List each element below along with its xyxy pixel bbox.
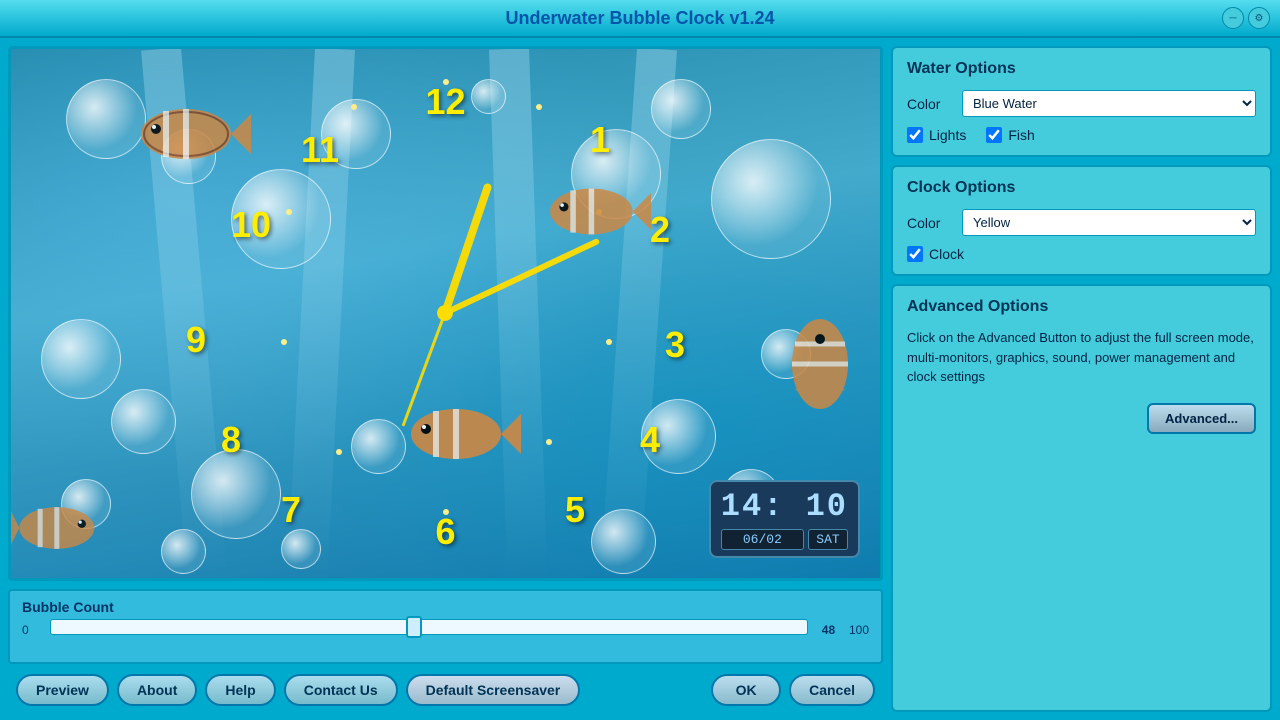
- fish-5: [11, 488, 111, 568]
- bottom-buttons: Preview About Help Contact Us Default Sc…: [8, 668, 883, 712]
- digital-date-row: 06/02 SAT: [721, 529, 848, 550]
- digital-day-value: SAT: [808, 529, 848, 550]
- clock-checkboxes: Clock: [907, 246, 1256, 262]
- bubble-count-title: Bubble Count: [22, 599, 869, 615]
- ok-button[interactable]: OK: [711, 674, 781, 706]
- clock-color-label: Color: [907, 215, 952, 231]
- bubble-count-section: Bubble Count 0 48 100: [8, 589, 883, 664]
- fish-checkbox[interactable]: [986, 127, 1002, 143]
- digital-time-display: 14: 10: [721, 488, 848, 525]
- clock-color-row: Color Yellow White Red Green Blue: [907, 209, 1256, 236]
- title-bar: Underwater Bubble Clock v1.24 ─ ⚙: [0, 0, 1280, 38]
- about-button[interactable]: About: [117, 674, 197, 706]
- water-options-box: Water Options Color Blue Water Green Wat…: [891, 46, 1272, 157]
- advanced-description: Click on the Advanced Button to adjust t…: [907, 328, 1256, 387]
- digital-date-value: 06/02: [721, 529, 804, 550]
- lights-checkbox[interactable]: [907, 127, 923, 143]
- minimize-button[interactable]: ─: [1222, 7, 1244, 29]
- digital-clock: 14: 10 06/02 SAT: [709, 480, 860, 558]
- clock-label: Clock: [929, 246, 964, 262]
- water-color-select[interactable]: Blue Water Green Water Clear Water Dark …: [962, 90, 1256, 117]
- slider-container: [50, 619, 808, 640]
- right-panel: Water Options Color Blue Water Green Wat…: [883, 46, 1272, 712]
- slider-row: 0 48 100: [22, 619, 869, 640]
- fish-checkbox-item: Fish: [986, 127, 1034, 143]
- left-panel: 12 1 2 3 4 5 6 7 8 9 10 11: [8, 46, 883, 712]
- help-button[interactable]: Help: [205, 674, 275, 706]
- clock-options-title: Clock Options: [907, 179, 1256, 197]
- lights-checkbox-item: Lights: [907, 127, 966, 143]
- clock-color-select[interactable]: Yellow White Red Green Blue: [962, 209, 1256, 236]
- advanced-btn-row: Advanced...: [907, 403, 1256, 434]
- window-controls: ─ ⚙: [1222, 7, 1270, 29]
- settings-icon[interactable]: ⚙: [1248, 7, 1270, 29]
- clock-options-box: Clock Options Color Yellow White Red Gre…: [891, 165, 1272, 276]
- clock-checkbox[interactable]: [907, 246, 923, 262]
- bubble-count-slider[interactable]: [50, 619, 808, 635]
- fish-3: [401, 399, 521, 469]
- preview-button[interactable]: Preview: [16, 674, 109, 706]
- advanced-options-box: Advanced Options Click on the Advanced B…: [891, 284, 1272, 712]
- fish-2: [541, 179, 651, 244]
- advanced-options-title: Advanced Options: [907, 298, 1256, 316]
- main-layout: 12 1 2 3 4 5 6 7 8 9 10 11: [0, 38, 1280, 720]
- advanced-button[interactable]: Advanced...: [1147, 403, 1256, 434]
- cancel-button[interactable]: Cancel: [789, 674, 875, 706]
- slider-max-label: 100: [849, 623, 869, 637]
- slider-value-48: 48: [816, 623, 841, 637]
- right-buttons: OK Cancel: [711, 674, 875, 706]
- water-checkboxes: Lights Fish: [907, 127, 1256, 143]
- water-options-title: Water Options: [907, 60, 1256, 78]
- lights-label: Lights: [929, 127, 966, 143]
- slider-min-label: 0: [22, 623, 42, 637]
- water-color-row: Color Blue Water Green Water Clear Water…: [907, 90, 1256, 117]
- fish-1: [131, 99, 251, 169]
- clock-checkbox-item: Clock: [907, 246, 964, 262]
- fish-4: [780, 309, 860, 419]
- preview-area: 12 1 2 3 4 5 6 7 8 9 10 11: [8, 46, 883, 581]
- app-title: Underwater Bubble Clock v1.24: [505, 8, 774, 29]
- contact-us-button[interactable]: Contact Us: [284, 674, 398, 706]
- fish-label: Fish: [1008, 127, 1034, 143]
- default-screensaver-button[interactable]: Default Screensaver: [406, 674, 581, 706]
- left-buttons: Preview About Help Contact Us Default Sc…: [16, 674, 580, 706]
- water-color-label: Color: [907, 96, 952, 112]
